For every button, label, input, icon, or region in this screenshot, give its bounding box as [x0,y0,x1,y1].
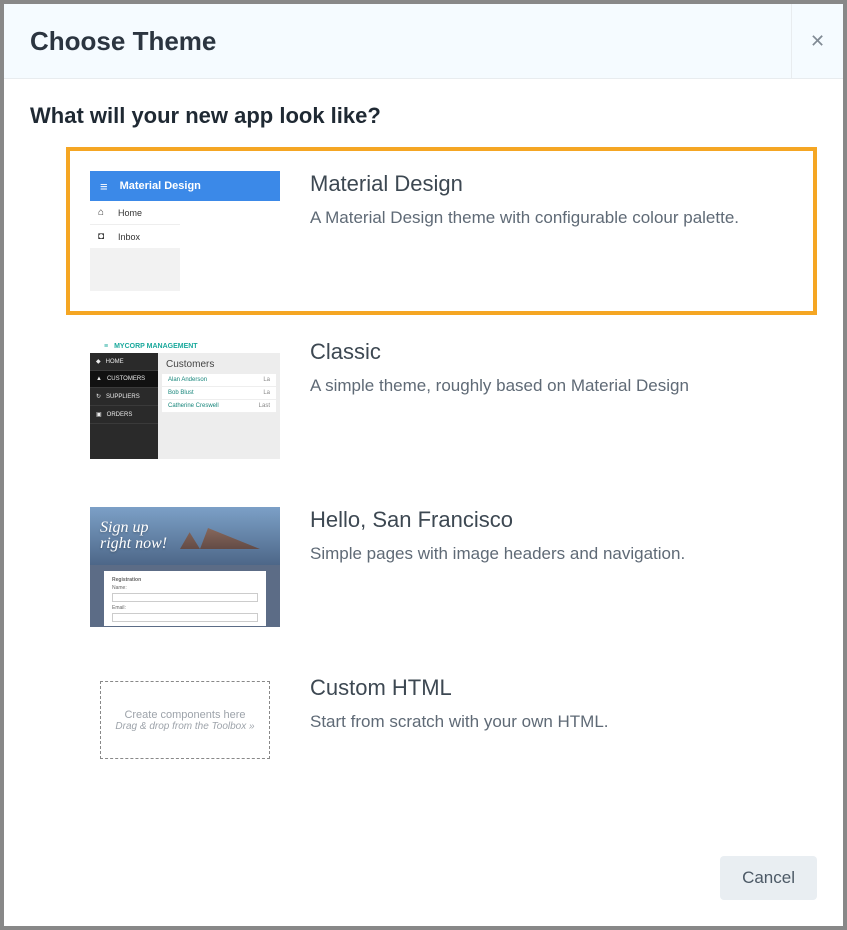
preview-item-label: Inbox [118,232,140,242]
preview-row: Bob Blust La [162,387,276,400]
theme-thumbnail: Sign upright now! Registration Name: Ema… [90,507,280,627]
preview-row: Alan Anderson La [162,374,276,387]
modal-footer: Cancel [4,836,843,926]
preview-field [112,593,258,602]
preview-placeholder-line: Drag & drop from the Toolbox » [115,721,254,732]
dot-icon: ◆ [96,358,101,365]
preview-sidebar: ◆ HOME ▲ CUSTOMERS ↻ SUPPLIERS ▣ ORDERS [90,353,158,459]
theme-card-custom-html[interactable]: Create components here Drag & drop from … [66,651,817,789]
user-icon: ▲ [96,376,102,382]
preview-field-label: Email: [112,605,258,611]
modal-body: What will your new app look like? ≡ Mate… [4,79,843,836]
preview-side-label: SUPPLIERS [106,394,140,400]
modal-subtitle: What will your new app look like? [30,103,817,129]
close-button[interactable]: ✕ [791,4,843,79]
hamburger-icon: ≡ [100,180,108,193]
theme-title: Custom HTML [310,675,793,701]
inbox-icon: ◘ [98,231,108,242]
hamburger-icon: ≡ [104,343,108,350]
preview-field [112,613,258,622]
theme-list: ≡ Material Design ⌂ Home ◘ Inbox [30,147,817,789]
preview-row: Catherine Creswell Last [162,400,276,413]
theme-desc: A simple theme, roughly based on Materia… [310,373,793,399]
theme-text: Custom HTML Start from scratch with your… [310,675,793,765]
theme-thumbnail: ≡ MYCORP MANAGEMENT ◆ HOME ▲ CUSTOMERS ↻ SU… [90,339,280,459]
row-right: Last [259,403,270,409]
preview-sidebar-item: ◘ Inbox [90,225,180,248]
preview-side-item: ▣ ORDERS [90,406,158,424]
preview-sidebar: ⌂ Home ◘ Inbox [90,201,180,291]
theme-card-material-design[interactable]: ≡ Material Design ⌂ Home ◘ Inbox [66,147,817,315]
theme-card-hello-san-francisco[interactable]: Sign upright now! Registration Name: Ema… [66,483,817,651]
preview-side-item: ▲ CUSTOMERS [90,371,158,388]
modal-title: Choose Theme [30,26,216,57]
theme-card-classic[interactable]: ≡ MYCORP MANAGEMENT ◆ HOME ▲ CUSTOMERS ↻ SU… [66,315,817,483]
theme-desc: Simple pages with image headers and navi… [310,541,793,567]
theme-title: Classic [310,339,793,365]
row-right: La [263,377,270,383]
preview-brand: MYCORP MANAGEMENT [114,343,197,350]
refresh-icon: ↻ [96,393,101,400]
preview-main: Customers Alan Anderson La Bob Blust La Ca… [158,353,280,459]
preview-body: ◆ HOME ▲ CUSTOMERS ↻ SUPPLIERS ▣ ORDERS Cust… [90,353,280,459]
preview-sidebar-item: ⌂ Home [90,201,180,225]
theme-thumbnail: Create components here Drag & drop from … [90,675,280,765]
preview-form-title: Registration [112,577,258,583]
row-name: Bob Blust [168,390,194,396]
preview-side-label: HOME [106,359,124,365]
preview-side-label: CUSTOMERS [107,376,145,382]
theme-title: Material Design [310,171,793,197]
choose-theme-modal: Choose Theme ✕ What will your new app lo… [4,4,843,926]
modal-header: Choose Theme ✕ [4,4,843,79]
preview-side-label: ORDERS [107,412,133,418]
preview-form: Registration Name: Email: [104,571,266,626]
theme-title: Hello, San Francisco [310,507,793,533]
preview-headline: Sign upright now! [100,520,167,552]
theme-text: Material Design A Material Design theme … [310,171,793,291]
preview-main-title: Customers [158,353,280,374]
preview-brandbar: ≡ MYCORP MANAGEMENT [90,339,280,353]
preview-topbar-title: Material Design [120,180,201,192]
theme-text: Classic A simple theme, roughly based on… [310,339,793,459]
preview-placeholder-line: Create components here [124,709,245,721]
preview-list: Alan Anderson La Bob Blust La Catherine Cr… [162,374,276,413]
preview-dashed-box: Create components here Drag & drop from … [100,681,270,759]
theme-desc: Start from scratch with your own HTML. [310,709,793,735]
theme-thumbnail: ≡ Material Design ⌂ Home ◘ Inbox [90,171,280,291]
preview-side-item: ↻ SUPPLIERS [90,388,158,406]
close-icon: ✕ [810,31,825,52]
preview-field-label: Name: [112,585,258,591]
theme-desc: A Material Design theme with configurabl… [310,205,793,231]
preview-hero: Sign upright now! [90,507,280,565]
home-icon: ⌂ [98,207,108,218]
row-name: Alan Anderson [168,377,207,383]
cart-icon: ▣ [96,411,102,418]
cancel-button[interactable]: Cancel [720,856,817,900]
theme-text: Hello, San Francisco Simple pages with i… [310,507,793,627]
preview-item-label: Home [118,208,142,218]
row-right: La [263,390,270,396]
preview-side-item: ◆ HOME [90,353,158,371]
row-name: Catherine Creswell [168,403,219,409]
preview-topbar: ≡ Material Design [90,171,280,201]
